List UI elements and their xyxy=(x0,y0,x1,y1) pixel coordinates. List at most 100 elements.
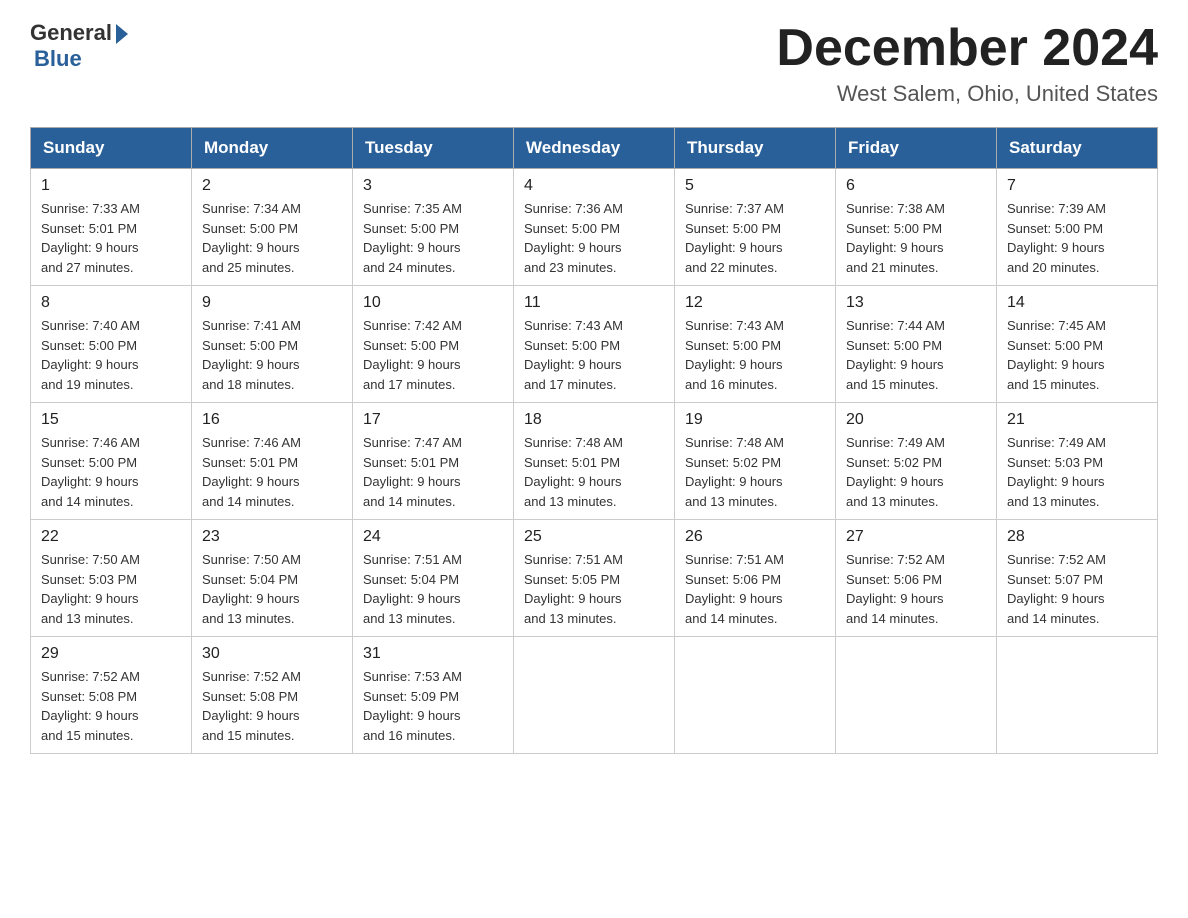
day-cell-17: 17 Sunrise: 7:47 AM Sunset: 5:01 PM Dayl… xyxy=(353,403,514,520)
subtitle: West Salem, Ohio, United States xyxy=(776,81,1158,107)
day-cell-25: 25 Sunrise: 7:51 AM Sunset: 5:05 PM Dayl… xyxy=(514,520,675,637)
week-row-1: 1 Sunrise: 7:33 AM Sunset: 5:01 PM Dayli… xyxy=(31,169,1158,286)
day-header-friday: Friday xyxy=(836,128,997,169)
day-header-tuesday: Tuesday xyxy=(353,128,514,169)
main-title: December 2024 xyxy=(776,20,1158,77)
week-row-5: 29 Sunrise: 7:52 AM Sunset: 5:08 PM Dayl… xyxy=(31,637,1158,754)
day-info: Sunrise: 7:40 AM Sunset: 5:00 PM Dayligh… xyxy=(41,316,181,394)
day-number: 6 xyxy=(846,177,986,195)
logo-arrow-icon xyxy=(116,24,128,44)
day-info: Sunrise: 7:46 AM Sunset: 5:01 PM Dayligh… xyxy=(202,433,342,511)
day-cell-6: 6 Sunrise: 7:38 AM Sunset: 5:00 PM Dayli… xyxy=(836,169,997,286)
day-header-thursday: Thursday xyxy=(675,128,836,169)
day-header-saturday: Saturday xyxy=(997,128,1158,169)
day-cell-7: 7 Sunrise: 7:39 AM Sunset: 5:00 PM Dayli… xyxy=(997,169,1158,286)
page-header: General Blue December 2024 West Salem, O… xyxy=(30,20,1158,107)
logo-blue-text: Blue xyxy=(34,46,82,72)
calendar-body: 1 Sunrise: 7:33 AM Sunset: 5:01 PM Dayli… xyxy=(31,169,1158,754)
day-info: Sunrise: 7:47 AM Sunset: 5:01 PM Dayligh… xyxy=(363,433,503,511)
day-number: 14 xyxy=(1007,294,1147,312)
day-number: 21 xyxy=(1007,411,1147,429)
day-cell-28: 28 Sunrise: 7:52 AM Sunset: 5:07 PM Dayl… xyxy=(997,520,1158,637)
day-header-monday: Monday xyxy=(192,128,353,169)
day-info: Sunrise: 7:38 AM Sunset: 5:00 PM Dayligh… xyxy=(846,199,986,277)
day-number: 12 xyxy=(685,294,825,312)
day-cell-16: 16 Sunrise: 7:46 AM Sunset: 5:01 PM Dayl… xyxy=(192,403,353,520)
day-number: 4 xyxy=(524,177,664,195)
day-cell-14: 14 Sunrise: 7:45 AM Sunset: 5:00 PM Dayl… xyxy=(997,286,1158,403)
day-number: 30 xyxy=(202,645,342,663)
day-cell-2: 2 Sunrise: 7:34 AM Sunset: 5:00 PM Dayli… xyxy=(192,169,353,286)
day-info: Sunrise: 7:43 AM Sunset: 5:00 PM Dayligh… xyxy=(524,316,664,394)
week-row-2: 8 Sunrise: 7:40 AM Sunset: 5:00 PM Dayli… xyxy=(31,286,1158,403)
day-info: Sunrise: 7:39 AM Sunset: 5:00 PM Dayligh… xyxy=(1007,199,1147,277)
day-number: 26 xyxy=(685,528,825,546)
day-cell-4: 4 Sunrise: 7:36 AM Sunset: 5:00 PM Dayli… xyxy=(514,169,675,286)
day-number: 3 xyxy=(363,177,503,195)
day-number: 24 xyxy=(363,528,503,546)
day-info: Sunrise: 7:46 AM Sunset: 5:00 PM Dayligh… xyxy=(41,433,181,511)
day-number: 22 xyxy=(41,528,181,546)
day-info: Sunrise: 7:52 AM Sunset: 5:06 PM Dayligh… xyxy=(846,550,986,628)
day-info: Sunrise: 7:51 AM Sunset: 5:04 PM Dayligh… xyxy=(363,550,503,628)
calendar-header: SundayMondayTuesdayWednesdayThursdayFrid… xyxy=(31,128,1158,169)
day-cell-24: 24 Sunrise: 7:51 AM Sunset: 5:04 PM Dayl… xyxy=(353,520,514,637)
day-info: Sunrise: 7:42 AM Sunset: 5:00 PM Dayligh… xyxy=(363,316,503,394)
day-number: 8 xyxy=(41,294,181,312)
day-info: Sunrise: 7:45 AM Sunset: 5:00 PM Dayligh… xyxy=(1007,316,1147,394)
day-cell-10: 10 Sunrise: 7:42 AM Sunset: 5:00 PM Dayl… xyxy=(353,286,514,403)
day-number: 2 xyxy=(202,177,342,195)
day-cell-22: 22 Sunrise: 7:50 AM Sunset: 5:03 PM Dayl… xyxy=(31,520,192,637)
day-cell-23: 23 Sunrise: 7:50 AM Sunset: 5:04 PM Dayl… xyxy=(192,520,353,637)
day-cell-8: 8 Sunrise: 7:40 AM Sunset: 5:00 PM Dayli… xyxy=(31,286,192,403)
empty-cell xyxy=(836,637,997,754)
day-info: Sunrise: 7:41 AM Sunset: 5:00 PM Dayligh… xyxy=(202,316,342,394)
day-number: 7 xyxy=(1007,177,1147,195)
empty-cell xyxy=(675,637,836,754)
day-cell-27: 27 Sunrise: 7:52 AM Sunset: 5:06 PM Dayl… xyxy=(836,520,997,637)
day-cell-13: 13 Sunrise: 7:44 AM Sunset: 5:00 PM Dayl… xyxy=(836,286,997,403)
day-info: Sunrise: 7:48 AM Sunset: 5:02 PM Dayligh… xyxy=(685,433,825,511)
day-cell-20: 20 Sunrise: 7:49 AM Sunset: 5:02 PM Dayl… xyxy=(836,403,997,520)
title-section: December 2024 West Salem, Ohio, United S… xyxy=(776,20,1158,107)
day-cell-12: 12 Sunrise: 7:43 AM Sunset: 5:00 PM Dayl… xyxy=(675,286,836,403)
day-info: Sunrise: 7:52 AM Sunset: 5:07 PM Dayligh… xyxy=(1007,550,1147,628)
day-cell-26: 26 Sunrise: 7:51 AM Sunset: 5:06 PM Dayl… xyxy=(675,520,836,637)
day-number: 10 xyxy=(363,294,503,312)
day-header-wednesday: Wednesday xyxy=(514,128,675,169)
day-cell-29: 29 Sunrise: 7:52 AM Sunset: 5:08 PM Dayl… xyxy=(31,637,192,754)
day-info: Sunrise: 7:53 AM Sunset: 5:09 PM Dayligh… xyxy=(363,667,503,745)
day-cell-18: 18 Sunrise: 7:48 AM Sunset: 5:01 PM Dayl… xyxy=(514,403,675,520)
day-number: 31 xyxy=(363,645,503,663)
day-info: Sunrise: 7:33 AM Sunset: 5:01 PM Dayligh… xyxy=(41,199,181,277)
day-info: Sunrise: 7:43 AM Sunset: 5:00 PM Dayligh… xyxy=(685,316,825,394)
day-info: Sunrise: 7:52 AM Sunset: 5:08 PM Dayligh… xyxy=(41,667,181,745)
day-number: 9 xyxy=(202,294,342,312)
day-number: 13 xyxy=(846,294,986,312)
day-number: 5 xyxy=(685,177,825,195)
day-number: 1 xyxy=(41,177,181,195)
day-info: Sunrise: 7:44 AM Sunset: 5:00 PM Dayligh… xyxy=(846,316,986,394)
day-info: Sunrise: 7:49 AM Sunset: 5:03 PM Dayligh… xyxy=(1007,433,1147,511)
empty-cell xyxy=(997,637,1158,754)
day-info: Sunrise: 7:52 AM Sunset: 5:08 PM Dayligh… xyxy=(202,667,342,745)
day-info: Sunrise: 7:34 AM Sunset: 5:00 PM Dayligh… xyxy=(202,199,342,277)
day-info: Sunrise: 7:50 AM Sunset: 5:03 PM Dayligh… xyxy=(41,550,181,628)
day-cell-5: 5 Sunrise: 7:37 AM Sunset: 5:00 PM Dayli… xyxy=(675,169,836,286)
day-number: 11 xyxy=(524,294,664,312)
day-number: 29 xyxy=(41,645,181,663)
day-number: 16 xyxy=(202,411,342,429)
day-cell-19: 19 Sunrise: 7:48 AM Sunset: 5:02 PM Dayl… xyxy=(675,403,836,520)
logo-general-text: General xyxy=(30,20,112,46)
day-number: 28 xyxy=(1007,528,1147,546)
day-number: 19 xyxy=(685,411,825,429)
header-row: SundayMondayTuesdayWednesdayThursdayFrid… xyxy=(31,128,1158,169)
day-cell-11: 11 Sunrise: 7:43 AM Sunset: 5:00 PM Dayl… xyxy=(514,286,675,403)
day-cell-21: 21 Sunrise: 7:49 AM Sunset: 5:03 PM Dayl… xyxy=(997,403,1158,520)
day-info: Sunrise: 7:51 AM Sunset: 5:05 PM Dayligh… xyxy=(524,550,664,628)
logo-bottom-row: Blue xyxy=(32,46,82,72)
day-cell-1: 1 Sunrise: 7:33 AM Sunset: 5:01 PM Dayli… xyxy=(31,169,192,286)
day-info: Sunrise: 7:36 AM Sunset: 5:00 PM Dayligh… xyxy=(524,199,664,277)
day-info: Sunrise: 7:35 AM Sunset: 5:00 PM Dayligh… xyxy=(363,199,503,277)
day-cell-3: 3 Sunrise: 7:35 AM Sunset: 5:00 PM Dayli… xyxy=(353,169,514,286)
